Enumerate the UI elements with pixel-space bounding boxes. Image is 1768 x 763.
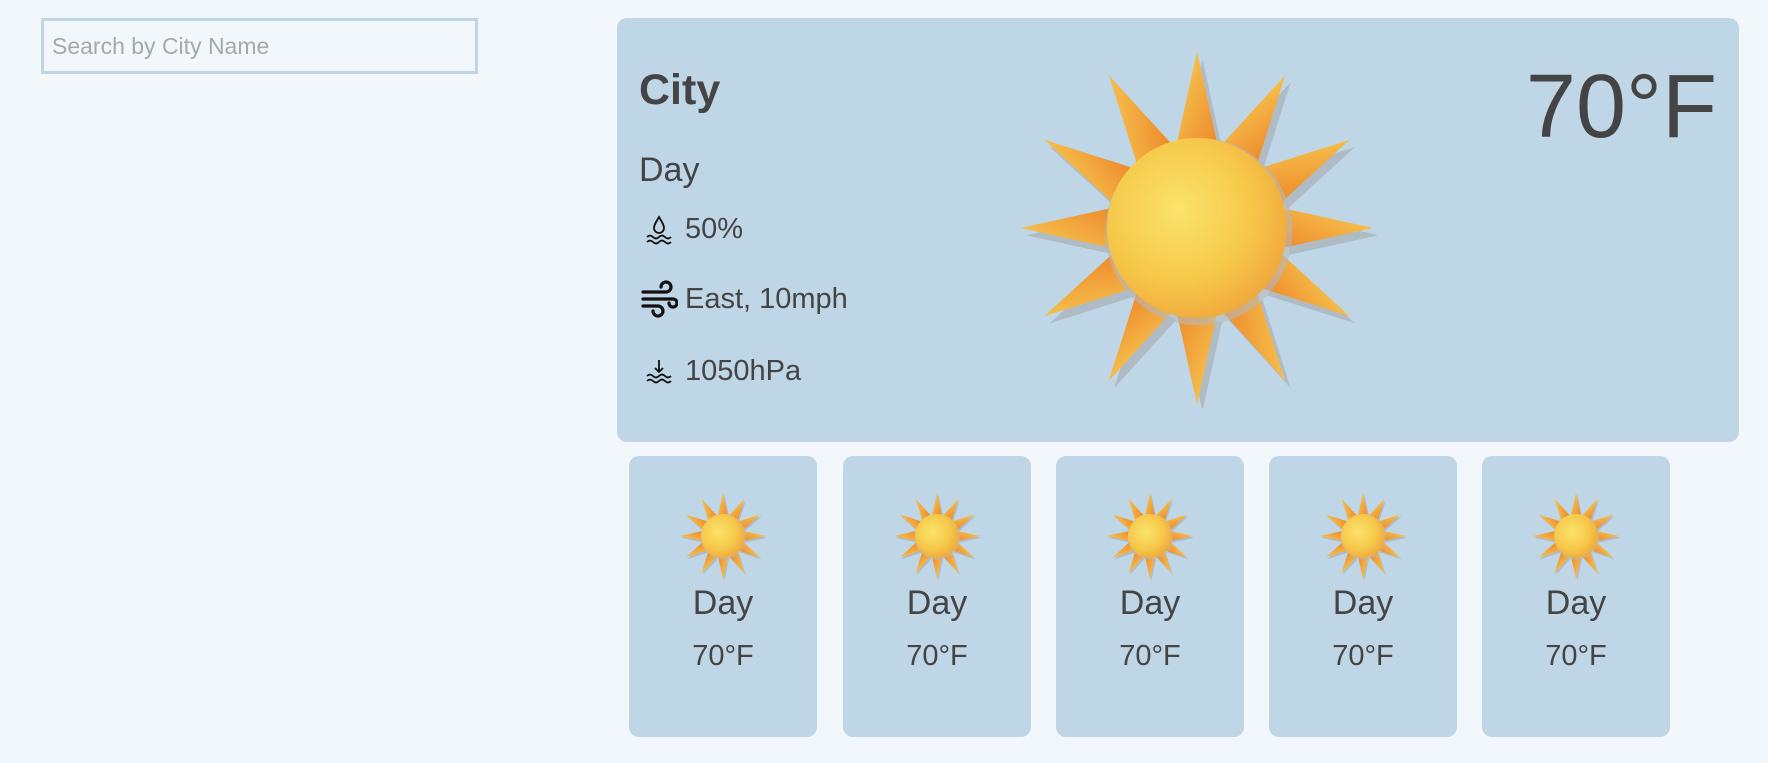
search-container bbox=[41, 18, 478, 74]
sun-icon bbox=[1106, 492, 1194, 580]
wind-icon bbox=[639, 279, 679, 319]
city-name: City bbox=[639, 66, 721, 114]
current-temperature: 70°F bbox=[1525, 57, 1717, 157]
sun-icon bbox=[1020, 51, 1377, 408]
wind-row: East, 10mph bbox=[639, 279, 848, 319]
forecast-card: Day 70°F bbox=[629, 456, 817, 737]
city-search-input[interactable] bbox=[41, 18, 478, 74]
sun-icon bbox=[679, 492, 767, 580]
humidity-value: 50% bbox=[685, 212, 744, 245]
sun-icon bbox=[893, 492, 981, 580]
forecast-temperature: 70°F bbox=[1545, 640, 1607, 672]
forecast-day: Day bbox=[906, 584, 968, 622]
pressure-value: 1050hPa bbox=[685, 354, 802, 387]
forecast-day: Day bbox=[1332, 584, 1394, 622]
forecast-temperature: 70°F bbox=[906, 640, 968, 672]
forecast-card: Day 70°F bbox=[1269, 456, 1457, 737]
wind-value: East, 10mph bbox=[685, 282, 848, 315]
current-day: Day bbox=[639, 151, 700, 189]
forecast-card: Day 70°F bbox=[1482, 456, 1670, 737]
forecast-day: Day bbox=[1119, 584, 1181, 622]
forecast-temperature: 70°F bbox=[692, 640, 754, 672]
forecast-temperature: 70°F bbox=[1119, 640, 1181, 672]
forecast-day: Day bbox=[1545, 584, 1607, 622]
forecast-card: Day 70°F bbox=[1056, 456, 1244, 737]
humidity-icon bbox=[639, 209, 679, 249]
pressure-icon bbox=[639, 351, 679, 391]
forecast-card: Day 70°F bbox=[843, 456, 1031, 737]
forecast-day: Day bbox=[692, 584, 754, 622]
sun-icon bbox=[1532, 492, 1620, 580]
humidity-row: 50% bbox=[639, 209, 743, 249]
sun-icon bbox=[1319, 492, 1407, 580]
forecast-temperature: 70°F bbox=[1332, 640, 1394, 672]
current-weather-card: City Day 50% East, 10mph 1050hPa 70°F bbox=[617, 18, 1739, 442]
pressure-row: 1050hPa bbox=[639, 351, 801, 391]
